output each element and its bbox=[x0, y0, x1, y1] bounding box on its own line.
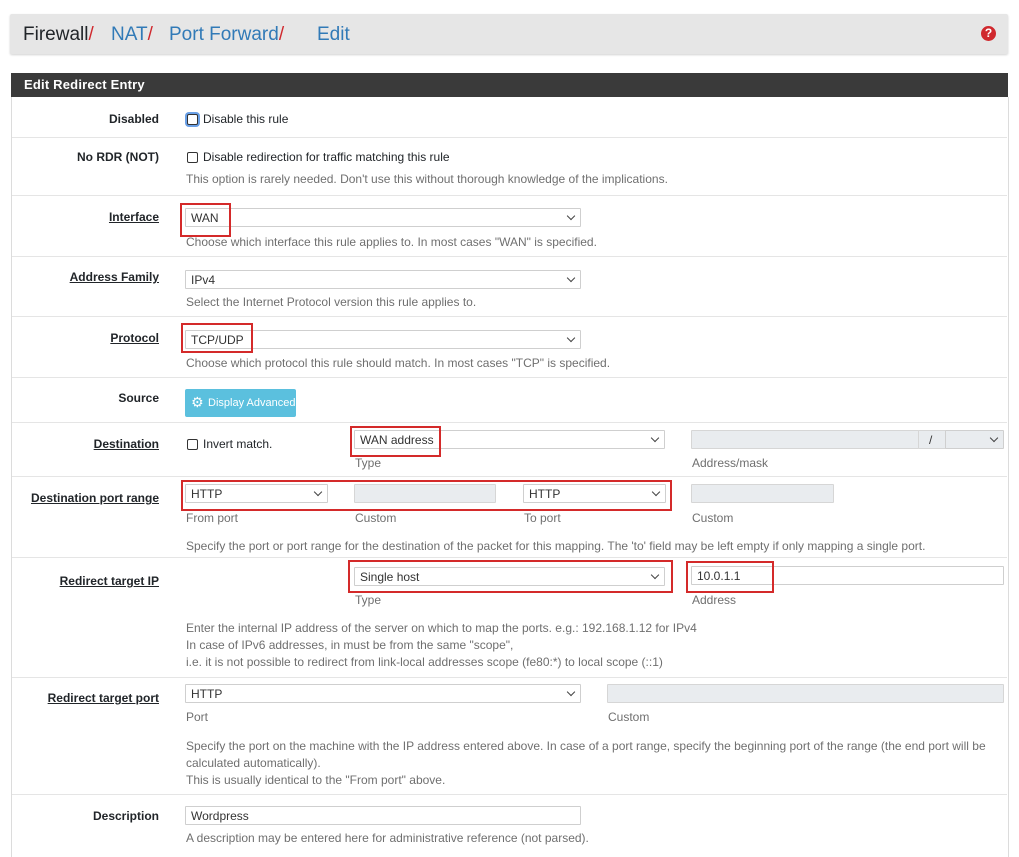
row-divider bbox=[12, 195, 1007, 196]
disable-rule-text: Disable this rule bbox=[203, 112, 289, 126]
redirect-ip-help-1: Enter the internal IP address of the ser… bbox=[186, 621, 697, 635]
nordr-help: This option is rarely needed. Don't use … bbox=[186, 172, 668, 186]
highlight-box bbox=[181, 480, 672, 511]
source-label: Source bbox=[118, 391, 159, 405]
disabled-label: Disabled bbox=[108, 112, 159, 126]
chevron-down-icon bbox=[566, 273, 576, 283]
description-input[interactable]: Wordpress bbox=[185, 806, 581, 825]
invert-match-checkbox[interactable] bbox=[187, 439, 198, 450]
destination-address-caption: Address/mask bbox=[692, 456, 769, 470]
destination-type-caption: Type bbox=[355, 456, 382, 470]
redirect-ip-help-3: i.e. it is not possible to redirect from… bbox=[186, 655, 663, 669]
redirect-ip-label[interactable]: Redirect target IP bbox=[60, 574, 159, 588]
row-divider bbox=[12, 677, 1007, 678]
redirect-port-label[interactable]: Redirect target port bbox=[48, 691, 159, 705]
description-value: Wordpress bbox=[191, 809, 249, 823]
panel-title: Edit Redirect Entry bbox=[24, 77, 145, 92]
to-port-custom-input[interactable] bbox=[691, 484, 834, 503]
destination-mask-select[interactable] bbox=[945, 430, 1004, 449]
redirect-port-caption: Port bbox=[186, 710, 209, 724]
redirect-port-select[interactable]: HTTP bbox=[185, 684, 581, 703]
nordr-label: No RDR (NOT) bbox=[77, 150, 159, 164]
display-advanced-label: Display Advanced bbox=[208, 397, 296, 409]
highlight-box bbox=[686, 561, 774, 593]
highlight-box bbox=[350, 426, 441, 457]
nordr-checkbox[interactable] bbox=[187, 152, 198, 163]
address-family-label[interactable]: Address Family bbox=[70, 270, 159, 284]
disable-rule-checkbox[interactable] bbox=[187, 114, 198, 125]
invert-match-text: Invert match. bbox=[203, 437, 273, 451]
destination-label[interactable]: Destination bbox=[94, 437, 159, 451]
chevron-down-icon bbox=[566, 687, 576, 697]
address-family-help: Select the Internet Protocol version thi… bbox=[186, 295, 477, 309]
redirect-ip-help-2: In case of IPv6 addresses, in must be fr… bbox=[186, 638, 514, 652]
breadcrumb-edit[interactable]: Edit bbox=[317, 24, 350, 46]
redirect-port-help-3: This is usually identical to the "From p… bbox=[186, 773, 446, 787]
redirect-ip-type-caption: Type bbox=[355, 593, 382, 607]
row-divider bbox=[12, 137, 1007, 138]
from-custom-caption: Custom bbox=[355, 511, 397, 525]
dest-port-label[interactable]: Destination port range bbox=[31, 491, 159, 505]
row-divider bbox=[12, 794, 1007, 795]
address-family-select[interactable]: IPv4 bbox=[185, 270, 581, 289]
to-port-caption: To port bbox=[524, 511, 561, 525]
row-divider bbox=[12, 316, 1007, 317]
breadcrumb-nat[interactable]: NAT/ bbox=[111, 24, 153, 46]
redirect-port-custom-input[interactable] bbox=[607, 684, 1004, 703]
gear-icon: ⚙ bbox=[191, 394, 204, 410]
chevron-down-icon bbox=[566, 333, 576, 343]
to-custom-caption: Custom bbox=[692, 511, 734, 525]
highlight-box bbox=[348, 560, 673, 593]
interface-help: Choose which interface this rule applies… bbox=[186, 235, 597, 249]
chevron-down-icon bbox=[566, 211, 576, 221]
chevron-down-icon bbox=[650, 433, 660, 443]
redirect-ip-address-caption: Address bbox=[692, 593, 737, 607]
help-icon[interactable]: ? bbox=[981, 26, 996, 41]
row-divider bbox=[12, 557, 1007, 558]
breadcrumb-port-forward[interactable]: Port Forward/ bbox=[169, 24, 284, 46]
redirect-port-value: HTTP bbox=[191, 687, 223, 701]
interface-select[interactable]: WAN bbox=[185, 208, 581, 227]
description-help: A description may be entered here for ad… bbox=[186, 831, 589, 845]
highlight-box bbox=[180, 203, 231, 237]
protocol-label[interactable]: Protocol bbox=[110, 331, 159, 345]
breadcrumb-firewall: Firewall/ bbox=[23, 24, 94, 45]
destination-address-input[interactable] bbox=[691, 430, 919, 449]
row-divider bbox=[12, 476, 1007, 477]
breadcrumb: Firewall/ NAT/ Port Forward/ Edit ? bbox=[10, 14, 1008, 54]
highlight-box bbox=[181, 323, 253, 353]
protocol-help: Choose which protocol this rule should m… bbox=[186, 356, 611, 370]
display-advanced-button[interactable]: ⚙ Display Advanced bbox=[185, 389, 296, 417]
chevron-down-icon bbox=[989, 433, 999, 443]
dest-port-help: Specify the port or port range for the d… bbox=[186, 539, 926, 553]
from-port-caption: From port bbox=[186, 511, 239, 525]
redirect-port-help-2: calculated automatically). bbox=[186, 756, 321, 770]
address-family-value: IPv4 bbox=[191, 273, 216, 287]
interface-label[interactable]: Interface bbox=[109, 210, 159, 224]
redirect-port-help-1: Specify the port on the machine with the… bbox=[186, 739, 986, 753]
row-divider bbox=[12, 256, 1007, 257]
row-divider bbox=[12, 422, 1007, 423]
description-label: Description bbox=[92, 809, 159, 823]
panel-header: Edit Redirect Entry bbox=[11, 73, 1008, 97]
nordr-text: Disable redirection for traffic matching… bbox=[203, 150, 450, 164]
destination-mask-sep: / bbox=[918, 430, 946, 449]
row-divider bbox=[12, 377, 1007, 378]
redirect-port-custom-caption: Custom bbox=[608, 710, 650, 724]
